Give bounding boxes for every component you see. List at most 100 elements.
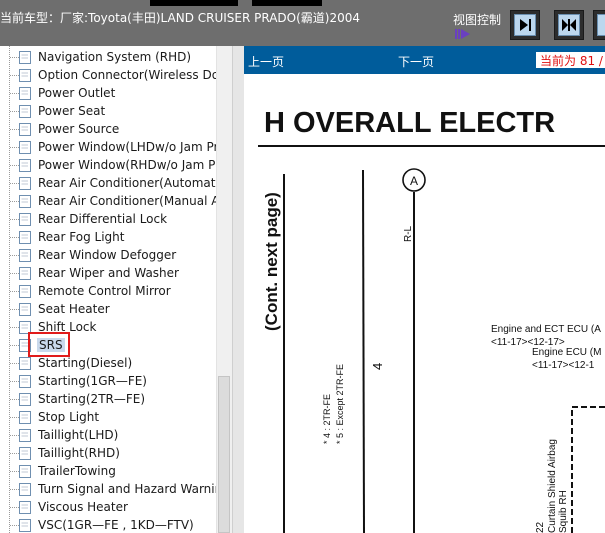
document-icon <box>19 483 31 496</box>
tree-connector-line <box>10 111 19 112</box>
fit-width-button[interactable] <box>554 10 584 40</box>
wire <box>362 169 365 533</box>
pane-splitter[interactable] <box>232 46 244 533</box>
tree-item-label: Power Source <box>38 122 120 136</box>
wiring-diagram: H OVERALL ELECTR (Cont. next page) A R-L… <box>244 74 605 533</box>
document-icon <box>19 501 31 514</box>
tree-item[interactable]: Power Source <box>0 120 216 138</box>
tree-item-label: Navigation System (RHD) <box>38 50 192 64</box>
tree-item[interactable]: Starting(1GR—FE) <box>0 372 216 390</box>
tree-item-label: Rear Differential Lock <box>38 212 168 226</box>
document-icon <box>19 393 31 406</box>
tree-item-label: Power Seat <box>38 104 106 118</box>
tree-item[interactable]: Starting(2TR—FE) <box>0 390 216 408</box>
document-icon <box>19 429 31 442</box>
top-strip <box>150 0 238 6</box>
tree-item[interactable]: Option Connector(Wireless Door <box>0 66 231 84</box>
document-icon <box>19 231 31 244</box>
tree-item-label: VSC(1GR—FE , 1KD—FTV) <box>38 518 194 532</box>
next-page-icon <box>514 14 536 36</box>
tree-item[interactable]: Rear Window Defogger <box>0 246 216 264</box>
ecu-m-ref: <11-17><12-1 <box>532 360 595 371</box>
vehicle-model-label: 当前车型：厂家:Toyota(丰田)LAND CRUISER PRADO(霸道)… <box>0 11 361 25</box>
tree-connector-line <box>10 417 19 418</box>
ecu-a-label: Engine and ECT ECU (A <box>491 324 601 335</box>
wire-number: 4 <box>370 363 385 370</box>
tree-connector-line <box>10 57 19 58</box>
tree-connector-line <box>10 93 19 94</box>
tree-item[interactable]: Remote Control Mirror <box>0 282 216 300</box>
tree-connector-line <box>10 147 19 148</box>
tree-item[interactable]: Rear Air Conditioner(Manual A/ <box>0 192 224 210</box>
view-control-label: 视图控制 <box>453 13 502 27</box>
tree-item-label: Stop Light <box>38 410 100 424</box>
squib-label: Squib RH <box>558 490 569 533</box>
tree-item[interactable]: Rear Fog Light <box>0 228 216 246</box>
tree-item[interactable]: TrailerTowing <box>0 462 216 480</box>
more-view-icon <box>597 14 605 36</box>
wire-color-label: R-L <box>403 225 414 242</box>
tree-item-label: Power Window(LHDw/o Jam Pro <box>38 140 226 154</box>
top-strip <box>252 0 322 6</box>
ecu-box <box>571 406 605 533</box>
tree-item[interactable]: VSC(1GR—FE , 1KD—FTV) <box>0 516 216 533</box>
tree-item-label: Viscous Heater <box>38 500 128 514</box>
tree-scrollbar-thumb[interactable] <box>218 376 230 533</box>
tree-item-label: Starting(Diesel) <box>38 356 133 370</box>
tree-item[interactable]: Navigation System (RHD) <box>0 48 216 66</box>
tree-item[interactable]: Power Window(LHDw/o Jam Pro <box>0 138 226 156</box>
prev-page-link[interactable]: 上一页 <box>248 53 284 70</box>
next-page-button[interactable] <box>510 10 540 40</box>
next-page-link[interactable]: 下一页 <box>398 53 434 70</box>
tree-connector-line <box>10 165 19 166</box>
tree-item[interactable]: Rear Wiper and Washer <box>0 264 216 282</box>
tree-item-label: Rear Air Conditioner(Automatic <box>38 176 226 190</box>
tree-connector-line <box>10 183 19 184</box>
tree-item-label: Remote Control Mirror <box>38 284 171 298</box>
document-icon <box>19 177 31 190</box>
selection-highlight-box <box>28 332 70 357</box>
tree-item-label: Rear Fog Light <box>38 230 125 244</box>
chapter-tree: Navigation System (RHD) Option Connector(… <box>0 46 232 533</box>
tree-item[interactable]: Turn Signal and Hazard Warning <box>0 480 230 498</box>
tree-connector-line <box>10 489 19 490</box>
tree-connector-line <box>10 327 19 328</box>
tree-item[interactable]: Seat Heater <box>0 300 216 318</box>
note-line-2: * 5 : Except 2TR-FE <box>335 364 345 444</box>
tree-connector-line <box>10 75 19 76</box>
small-number: 22 <box>535 521 546 533</box>
tree-item[interactable]: Taillight(LHD) <box>0 426 216 444</box>
document-icon <box>19 195 31 208</box>
fit-width-icon <box>558 14 580 36</box>
tree-item[interactable]: Power Seat <box>0 102 216 120</box>
tree-item[interactable]: Stop Light <box>0 408 216 426</box>
tree-connector-line <box>10 363 19 364</box>
connector-letter: A <box>410 174 418 188</box>
tree-item[interactable]: Taillight(RHD) <box>0 444 216 462</box>
document-icon <box>19 87 31 100</box>
page-nav-bar: 上一页 下一页 当前为 81 / <box>244 46 605 74</box>
tree-item-label: Rear Window Defogger <box>38 248 177 262</box>
tree-item-label: Rear Wiper and Washer <box>38 266 179 280</box>
airbag-label: Curtain Shield Airbag <box>547 439 558 533</box>
tree-connector-line <box>10 471 19 472</box>
document-icon <box>19 447 31 460</box>
document-icon <box>19 123 31 136</box>
tree-item[interactable]: Power Window(RHDw/o Jam Pro <box>0 156 227 174</box>
tree-item[interactable]: Rear Air Conditioner(Automatic <box>0 174 225 192</box>
document-icon <box>19 249 31 262</box>
document-icon <box>19 375 31 388</box>
tree-item-label: Taillight(LHD) <box>38 428 119 442</box>
document-icon <box>19 411 31 424</box>
tree-item[interactable]: Power Outlet <box>0 84 216 102</box>
tree-connector-line <box>10 453 19 454</box>
more-view-button[interactable] <box>593 10 605 40</box>
tree-connector-line <box>10 129 19 130</box>
tree-item[interactable]: Rear Differential Lock <box>0 210 216 228</box>
document-icon <box>19 465 31 478</box>
tree-item-label: Power Window(RHDw/o Jam Pro <box>38 158 228 172</box>
tree-item[interactable]: Viscous Heater <box>0 498 216 516</box>
tree-connector-line <box>10 525 19 526</box>
diagram-title: H OVERALL ELECTR <box>264 107 555 139</box>
tree-connector-line <box>10 201 19 202</box>
